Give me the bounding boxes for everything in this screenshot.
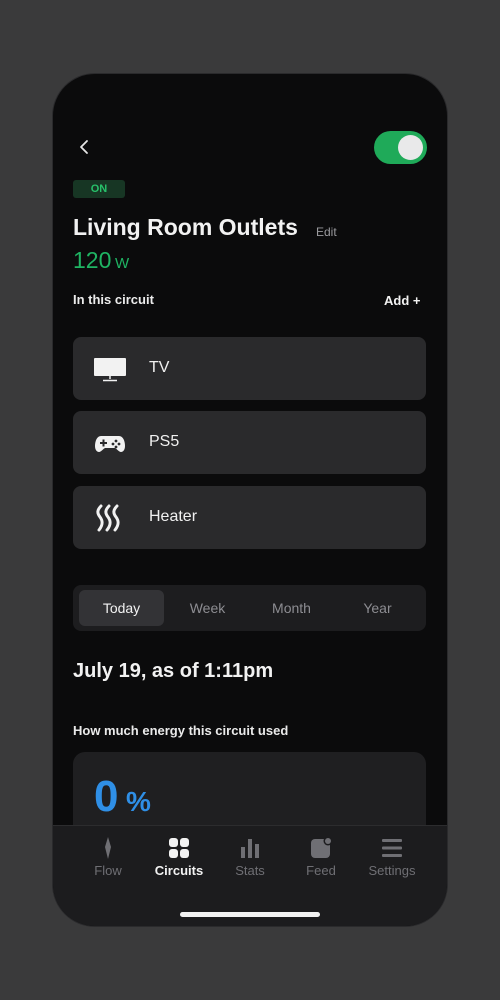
power-unit: W — [115, 255, 130, 272]
date-heading: July 19, as of 1:11pm — [73, 660, 274, 682]
gamepad-icon — [95, 436, 125, 452]
usage-percent-value: 0 — [94, 772, 119, 821]
edit-button[interactable]: Edit — [316, 225, 337, 239]
stats-icon — [241, 839, 259, 858]
feed-icon — [311, 836, 333, 858]
power-value: 120 — [73, 247, 112, 273]
circuits-icon — [169, 838, 189, 858]
toggle-knob — [398, 135, 423, 160]
range-tab-month[interactable]: Month — [249, 590, 334, 626]
settings-icon — [382, 839, 402, 857]
tab-label: Feed — [306, 863, 336, 878]
device-card-ps5[interactable]: PS5 — [73, 411, 426, 474]
tv-icon — [94, 358, 126, 382]
circuit-title: Living Room Outlets — [73, 214, 298, 240]
back-button[interactable] — [77, 136, 93, 158]
bottom-tab-bar: Flow Circuits Stats Feed Settings — [53, 825, 447, 926]
range-tab-week[interactable]: Week — [165, 590, 250, 626]
chevron-left-icon — [80, 140, 88, 154]
device-card-tv[interactable]: TV — [73, 337, 426, 400]
heater-icon — [96, 504, 120, 532]
tab-label: Flow — [94, 863, 122, 878]
circuit-power-toggle[interactable] — [374, 131, 427, 164]
usage-label: How much energy this circuit used — [73, 723, 289, 738]
add-device-button[interactable]: Add + — [384, 293, 420, 308]
home-indicator — [180, 912, 320, 917]
range-tab-year[interactable]: Year — [335, 590, 420, 626]
device-label: PS5 — [149, 433, 180, 450]
device-card-heater[interactable]: Heater — [73, 486, 426, 549]
phone-screen: ON Living Room Outlets Edit 120 W In thi… — [53, 74, 447, 926]
tab-feed[interactable]: Feed — [282, 826, 360, 886]
status-badge: ON — [73, 180, 125, 198]
device-label: Heater — [149, 508, 198, 525]
range-tab-today[interactable]: Today — [79, 590, 164, 626]
tab-label: Settings — [368, 863, 416, 878]
tab-circuits[interactable]: Circuits — [140, 826, 218, 886]
range-segmented-control: Today Week Month Year — [73, 585, 426, 631]
tab-settings[interactable]: Settings — [353, 826, 431, 886]
device-label: TV — [149, 359, 170, 376]
devices-section-label: In this circuit — [73, 292, 154, 307]
tab-label: Stats — [235, 863, 265, 878]
flow-icon — [105, 837, 111, 859]
tab-label: Circuits — [154, 863, 204, 878]
tab-stats[interactable]: Stats — [211, 826, 289, 886]
tab-flow[interactable]: Flow — [69, 826, 147, 886]
usage-percent-sign: % — [126, 786, 151, 817]
